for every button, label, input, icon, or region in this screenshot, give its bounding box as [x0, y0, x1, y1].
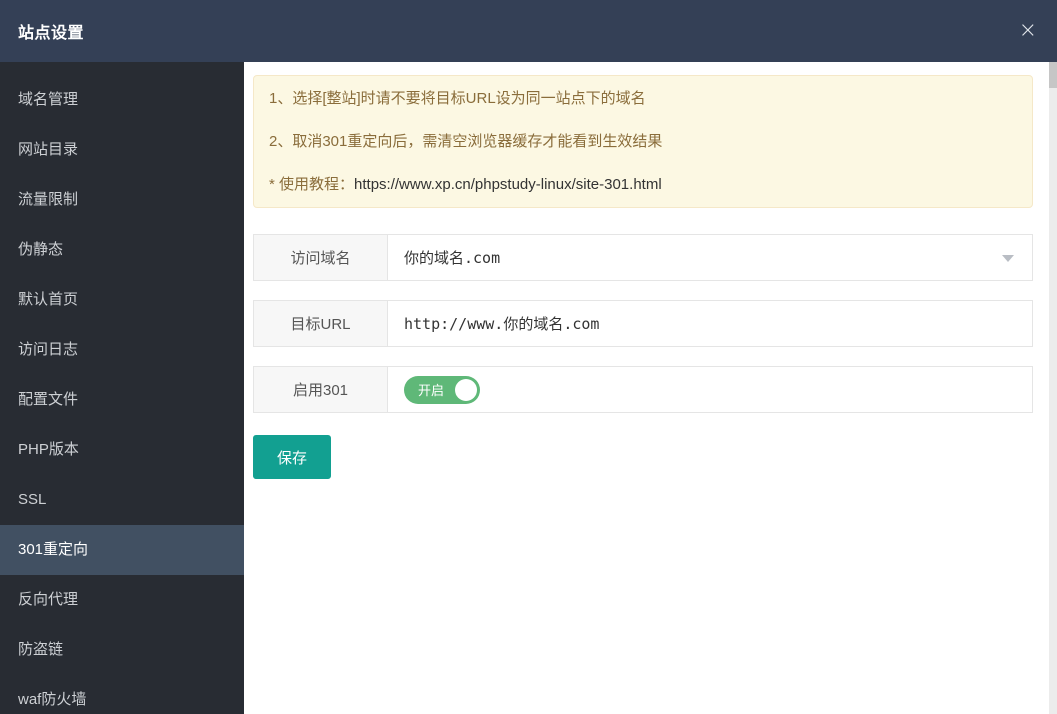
- notice-line-tutorial: * 使用教程：https://www.xp.cn/phpstudy-linux/…: [269, 163, 1017, 206]
- sidebar-item-waf-firewall[interactable]: waf防火墙: [0, 675, 244, 714]
- settings-sidebar: 域名管理 网站目录 流量限制 伪静态 默认首页 访问日志 配置文件 PHP版本 …: [0, 62, 244, 714]
- sidebar-item-301-redirect[interactable]: 301重定向: [0, 525, 244, 575]
- sidebar-item-hotlink-protect[interactable]: 防盗链: [0, 625, 244, 675]
- enable-301-cell: 开启: [388, 367, 1032, 412]
- notice-line-1: 1、选择[整站]时请不要将目标URL设为同一站点下的域名: [269, 90, 646, 107]
- access-domain-label: 访问域名: [254, 235, 388, 280]
- sidebar-item-config-file[interactable]: 配置文件: [0, 375, 244, 425]
- enable-301-label: 启用301: [254, 367, 388, 412]
- site-settings-dialog: 站点设置 × 域名管理 网站目录 流量限制 伪静态 默认首页 访问日志 配置文件…: [0, 0, 1057, 714]
- close-icon[interactable]: ×: [1019, 20, 1037, 42]
- notice-line-2: 2、取消301重定向后，需清空浏览器缓存才能看到生效结果: [269, 133, 663, 150]
- sidebar-item-access-log[interactable]: 访问日志: [0, 325, 244, 375]
- sidebar-item-domain-manage[interactable]: 域名管理: [0, 75, 244, 125]
- enable-301-toggle[interactable]: 开启: [404, 375, 480, 404]
- sidebar-item-rewrite[interactable]: 伪静态: [0, 225, 244, 275]
- sidebar-item-php-version[interactable]: PHP版本: [0, 425, 244, 475]
- sidebar-menu: 域名管理 网站目录 流量限制 伪静态 默认首页 访问日志 配置文件 PHP版本 …: [0, 75, 244, 714]
- chevron-down-icon[interactable]: [1002, 254, 1014, 262]
- access-domain-select[interactable]: 你的域名.com: [388, 235, 1032, 280]
- scrollbar-thumb[interactable]: [1049, 62, 1057, 88]
- tutorial-url: https://www.xp.cn/phpstudy-linux/site-30…: [354, 176, 662, 193]
- target-url-input[interactable]: http://www.你的域名.com: [388, 301, 1032, 346]
- dialog-header: 站点设置 ×: [0, 0, 1057, 62]
- target-url-label: 目标URL: [254, 301, 388, 346]
- access-domain-row: 访问域名 你的域名.com: [253, 234, 1033, 281]
- save-button[interactable]: 保存: [253, 435, 331, 479]
- sidebar-item-default-index[interactable]: 默认首页: [0, 275, 244, 325]
- target-url-value: http://www.你的域名.com: [404, 315, 600, 333]
- toggle-knob: [455, 378, 477, 401]
- toggle-state-label: 开启: [418, 383, 445, 398]
- target-url-row: 目标URL http://www.你的域名.com: [253, 300, 1033, 347]
- sidebar-item-site-directory[interactable]: 网站目录: [0, 125, 244, 175]
- access-domain-value: 你的域名.com: [404, 249, 501, 267]
- dialog-title: 站点设置: [18, 25, 85, 42]
- enable-301-row: 启用301 开启: [253, 366, 1033, 413]
- tutorial-label: * 使用教程：: [269, 176, 355, 193]
- content-scrollbar[interactable]: [1049, 62, 1057, 714]
- settings-content: 1、选择[整站]时请不要将目标URL设为同一站点下的域名 2、取消301重定向后…: [244, 62, 1057, 714]
- sidebar-item-reverse-proxy[interactable]: 反向代理: [0, 575, 244, 625]
- sidebar-item-traffic-limit[interactable]: 流量限制: [0, 175, 244, 225]
- sidebar-item-ssl[interactable]: SSL: [0, 475, 244, 525]
- notice-box: 1、选择[整站]时请不要将目标URL设为同一站点下的域名 2、取消301重定向后…: [253, 75, 1033, 208]
